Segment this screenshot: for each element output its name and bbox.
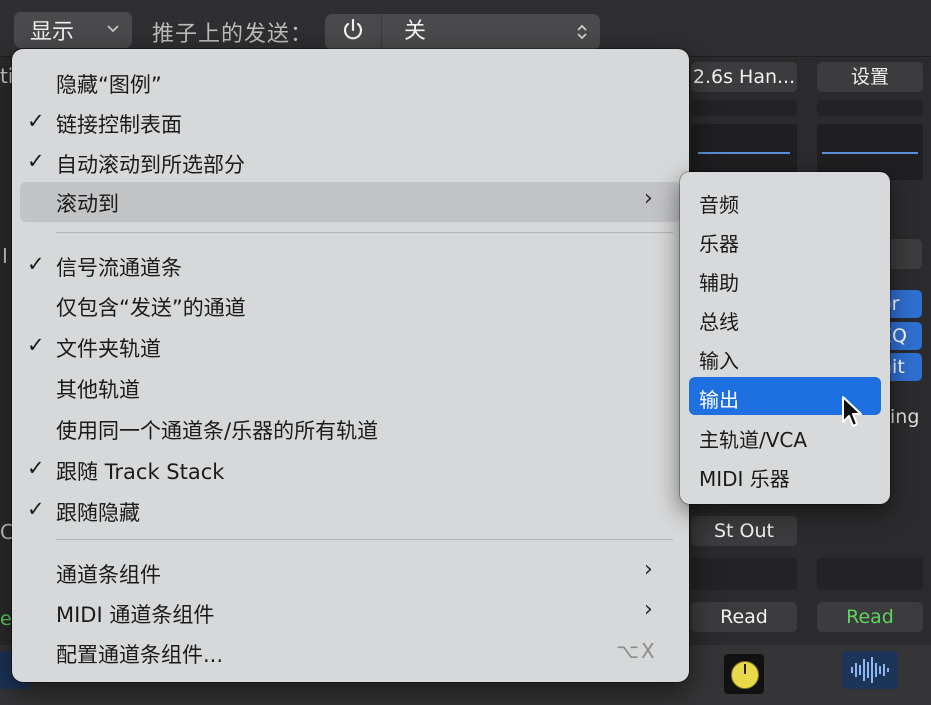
automation-read-button[interactable]: Read [691,602,797,632]
menu-item-label: 文件夹轨道 [56,337,161,361]
menu-item-label: 跟随 Track Stack [56,460,225,484]
submenu-item-instrument[interactable]: 乐器 [680,221,890,259]
checkmark-icon: ✓ [27,497,45,521]
submenu-item-label: 辅助 [699,271,739,295]
menu-divider [56,539,673,540]
pan-knob[interactable] [724,654,764,694]
automation-read-button[interactable]: Read [817,602,923,632]
submenu-item-label: 输出 [699,388,739,412]
view-menu-button[interactable]: 显示 [14,12,132,48]
menu-item-sends-only-channels[interactable]: 仅包含“发送”的通道 [12,286,689,326]
menu-item-label: 跟随隐藏 [56,501,140,525]
menu-item-folder-tracks[interactable]: ✓ 文件夹轨道 [12,327,689,367]
checkmark-icon: ✓ [27,456,45,480]
menu-item-label: 配置通道条组件... [56,643,224,667]
menu-item-other-tracks[interactable]: 其他轨道 [12,368,689,408]
sends-select[interactable]: 关 [382,14,600,50]
submenu-item-label: 总线 [699,310,739,334]
submenu-item-bus[interactable]: 总线 [680,299,890,337]
menu-item-label: 仅包含“发送”的通道 [56,296,246,320]
eq-curve [698,152,790,154]
submenu-item-aux[interactable]: 辅助 [680,260,890,298]
submenu-item-input[interactable]: 输入 [680,338,890,376]
submenu-item-label: 主轨道/VCA [699,428,808,452]
mouse-pointer-icon [840,395,866,435]
menu-item-signal-flow-strips[interactable]: ✓ 信号流通道条 [12,246,689,286]
chevron-down-icon [106,20,120,40]
menu-item-label: MIDI 通道条组件 [56,603,215,627]
menu-item-label: 通道条组件 [56,563,161,587]
submenu-item-label: 乐器 [699,232,739,256]
menu-item-same-strip-tracks[interactable]: 使用同一个通道条/乐器的所有轨道 [12,409,689,449]
menu-item-label: 信号流通道条 [56,256,182,280]
checkmark-icon: ✓ [27,333,45,357]
sends-on-faders-label: 推子上的发送： [152,22,314,47]
checkmark-icon: ✓ [27,149,45,173]
chevron-right-icon: › [644,557,653,582]
output-button[interactable]: St Out [691,516,797,546]
strip-slot [691,100,797,116]
submenu-item-audio[interactable]: 音频 [680,182,890,220]
menu-item-follow-hide[interactable]: ✓ 跟随隐藏 [12,491,689,531]
sends-select-value: 关 [404,19,427,44]
chevron-right-icon: › [644,597,653,622]
setting-button[interactable]: 设置 [817,62,923,92]
up-down-chevron-icon [576,14,588,50]
menu-item-label: 链接控制表面 [56,113,182,137]
strip-slot [691,558,797,590]
menu-divider [56,232,673,233]
eq-curve [822,152,918,154]
scroll-to-submenu: 音频 乐器 辅助 总线 输入 输出 主轨道/VCA MIDI 乐器 [680,172,890,504]
chevron-right-icon: › [644,186,653,211]
menu-item-label: 滚动到 [56,192,119,216]
menu-item-hide-legend[interactable]: 隐藏“图例” [12,63,689,103]
checkmark-icon: ✓ [27,109,45,133]
menu-item-follow-track-stack[interactable]: ✓ 跟随 Track Stack [12,450,689,490]
view-dropdown-menu: 隐藏“图例” ✓ 链接控制表面 ✓ 自动滚动到所选部分 滚动到 › ✓ 信号流通… [12,49,689,682]
submenu-item-midi-instrument[interactable]: MIDI 乐器 [680,456,890,494]
menu-item-auto-scroll[interactable]: ✓ 自动滚动到所选部分 [12,143,689,183]
menu-item-label: 使用同一个通道条/乐器的所有轨道 [56,419,379,443]
sends-power-button[interactable] [325,14,382,50]
menu-item-midi-strip-components[interactable]: MIDI 通道条组件 › [12,593,689,633]
menu-item-channel-strip-components[interactable]: 通道条组件 › [12,553,689,593]
menu-item-label: 隐藏“图例” [56,73,162,97]
keyboard-shortcut: ⌥X [616,639,657,663]
reverb-insert-button[interactable]: 2.6s Han... [691,62,797,92]
checkmark-icon: ✓ [27,252,45,276]
menu-item-scroll-to[interactable]: 滚动到 › [20,182,681,222]
power-icon [340,17,366,47]
strip-partial-text: ing [890,406,920,428]
audio-waveform-icon [842,651,898,689]
menu-item-label: 其他轨道 [56,378,140,402]
submenu-item-label: MIDI 乐器 [699,467,790,491]
menu-item-configure-strip-components[interactable]: 配置通道条组件... ⌥X [12,633,689,673]
strip-slot [817,558,923,590]
menu-item-label: 自动滚动到所选部分 [56,153,245,177]
strip-slot [817,100,923,116]
strip-partial-text: I [2,244,8,268]
view-menu-label: 显示 [30,20,75,45]
submenu-item-label: 音频 [699,193,739,217]
menu-item-link-control-surfaces[interactable]: ✓ 链接控制表面 [12,103,689,143]
submenu-item-label: 输入 [699,349,739,373]
